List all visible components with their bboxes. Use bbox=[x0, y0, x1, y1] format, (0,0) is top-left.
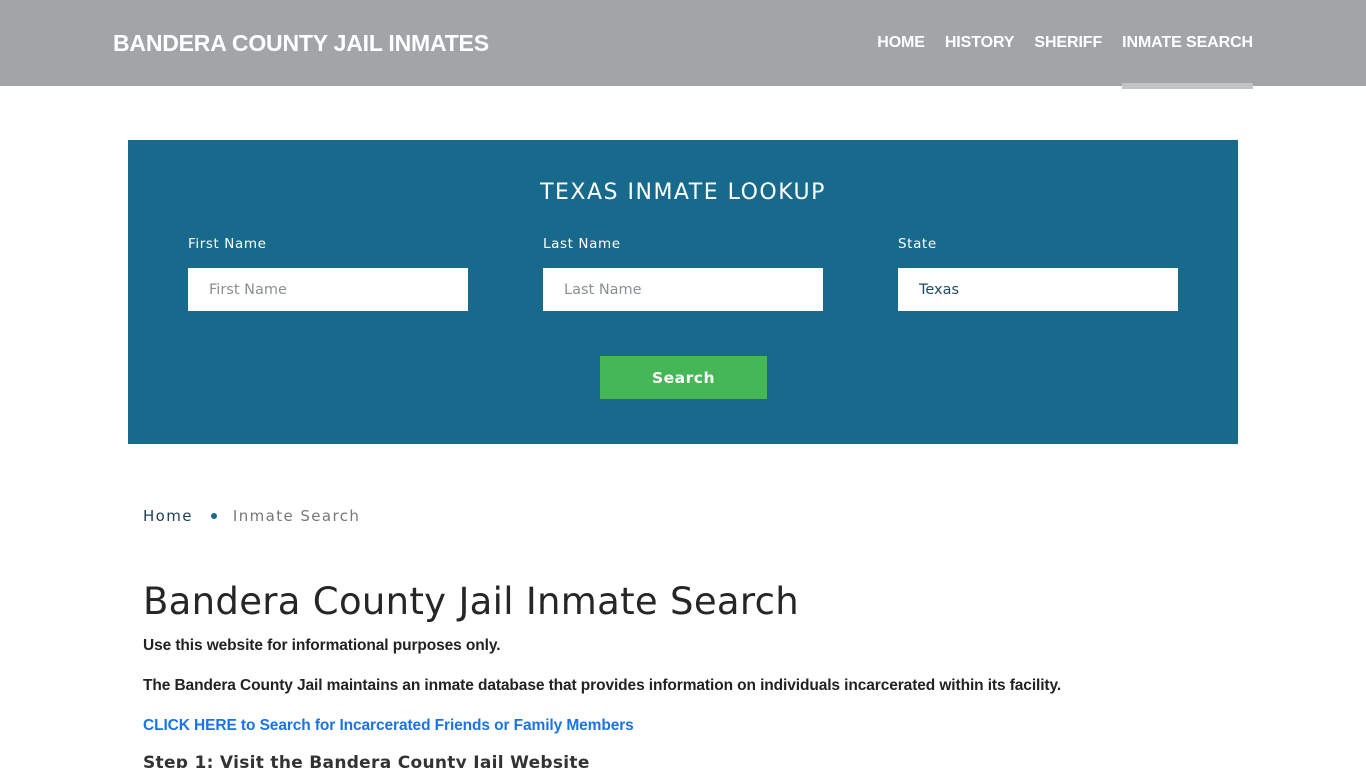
state-label: State bbox=[898, 236, 937, 252]
step-1-heading: Step 1: Visit the Bandera County Jail We… bbox=[143, 753, 590, 768]
disclaimer-text: Use this website for informational purpo… bbox=[143, 637, 501, 654]
main-nav: HOME HISTORY SHERIFF INMATE SEARCH bbox=[857, 0, 1253, 89]
first-name-label: First Name bbox=[188, 236, 267, 252]
intro-text: The Bandera County Jail maintains an inm… bbox=[143, 677, 1062, 694]
site-header: BANDERA COUNTY JAIL INMATES HOME HISTORY… bbox=[0, 0, 1366, 89]
breadcrumb-separator-dot bbox=[210, 513, 217, 519]
nav-item-sheriff[interactable]: SHERIFF bbox=[1034, 0, 1102, 86]
breadcrumb: Home Inmate Search bbox=[143, 507, 360, 525]
first-name-input[interactable] bbox=[188, 268, 468, 311]
lookup-title: TEXAS INMATE LOOKUP bbox=[540, 180, 826, 205]
breadcrumb-current: Inmate Search bbox=[232, 507, 361, 525]
search-friends-family-link[interactable]: CLICK HERE to Search for Incarcerated Fr… bbox=[143, 717, 634, 735]
nav-item-inmate-search[interactable]: INMATE SEARCH bbox=[1122, 0, 1253, 89]
state-input[interactable] bbox=[898, 268, 1178, 311]
site-brand-link[interactable]: BANDERA COUNTY JAIL INMATES bbox=[113, 30, 489, 57]
nav-item-home[interactable]: HOME bbox=[877, 0, 925, 86]
last-name-input[interactable] bbox=[543, 268, 823, 311]
nav-item-history[interactable]: HISTORY bbox=[945, 0, 1015, 86]
page-title: Bandera County Jail Inmate Search bbox=[143, 580, 799, 623]
last-name-label: Last Name bbox=[543, 236, 621, 252]
search-button[interactable]: Search bbox=[600, 356, 767, 399]
breadcrumb-home-link[interactable]: Home bbox=[143, 507, 193, 525]
